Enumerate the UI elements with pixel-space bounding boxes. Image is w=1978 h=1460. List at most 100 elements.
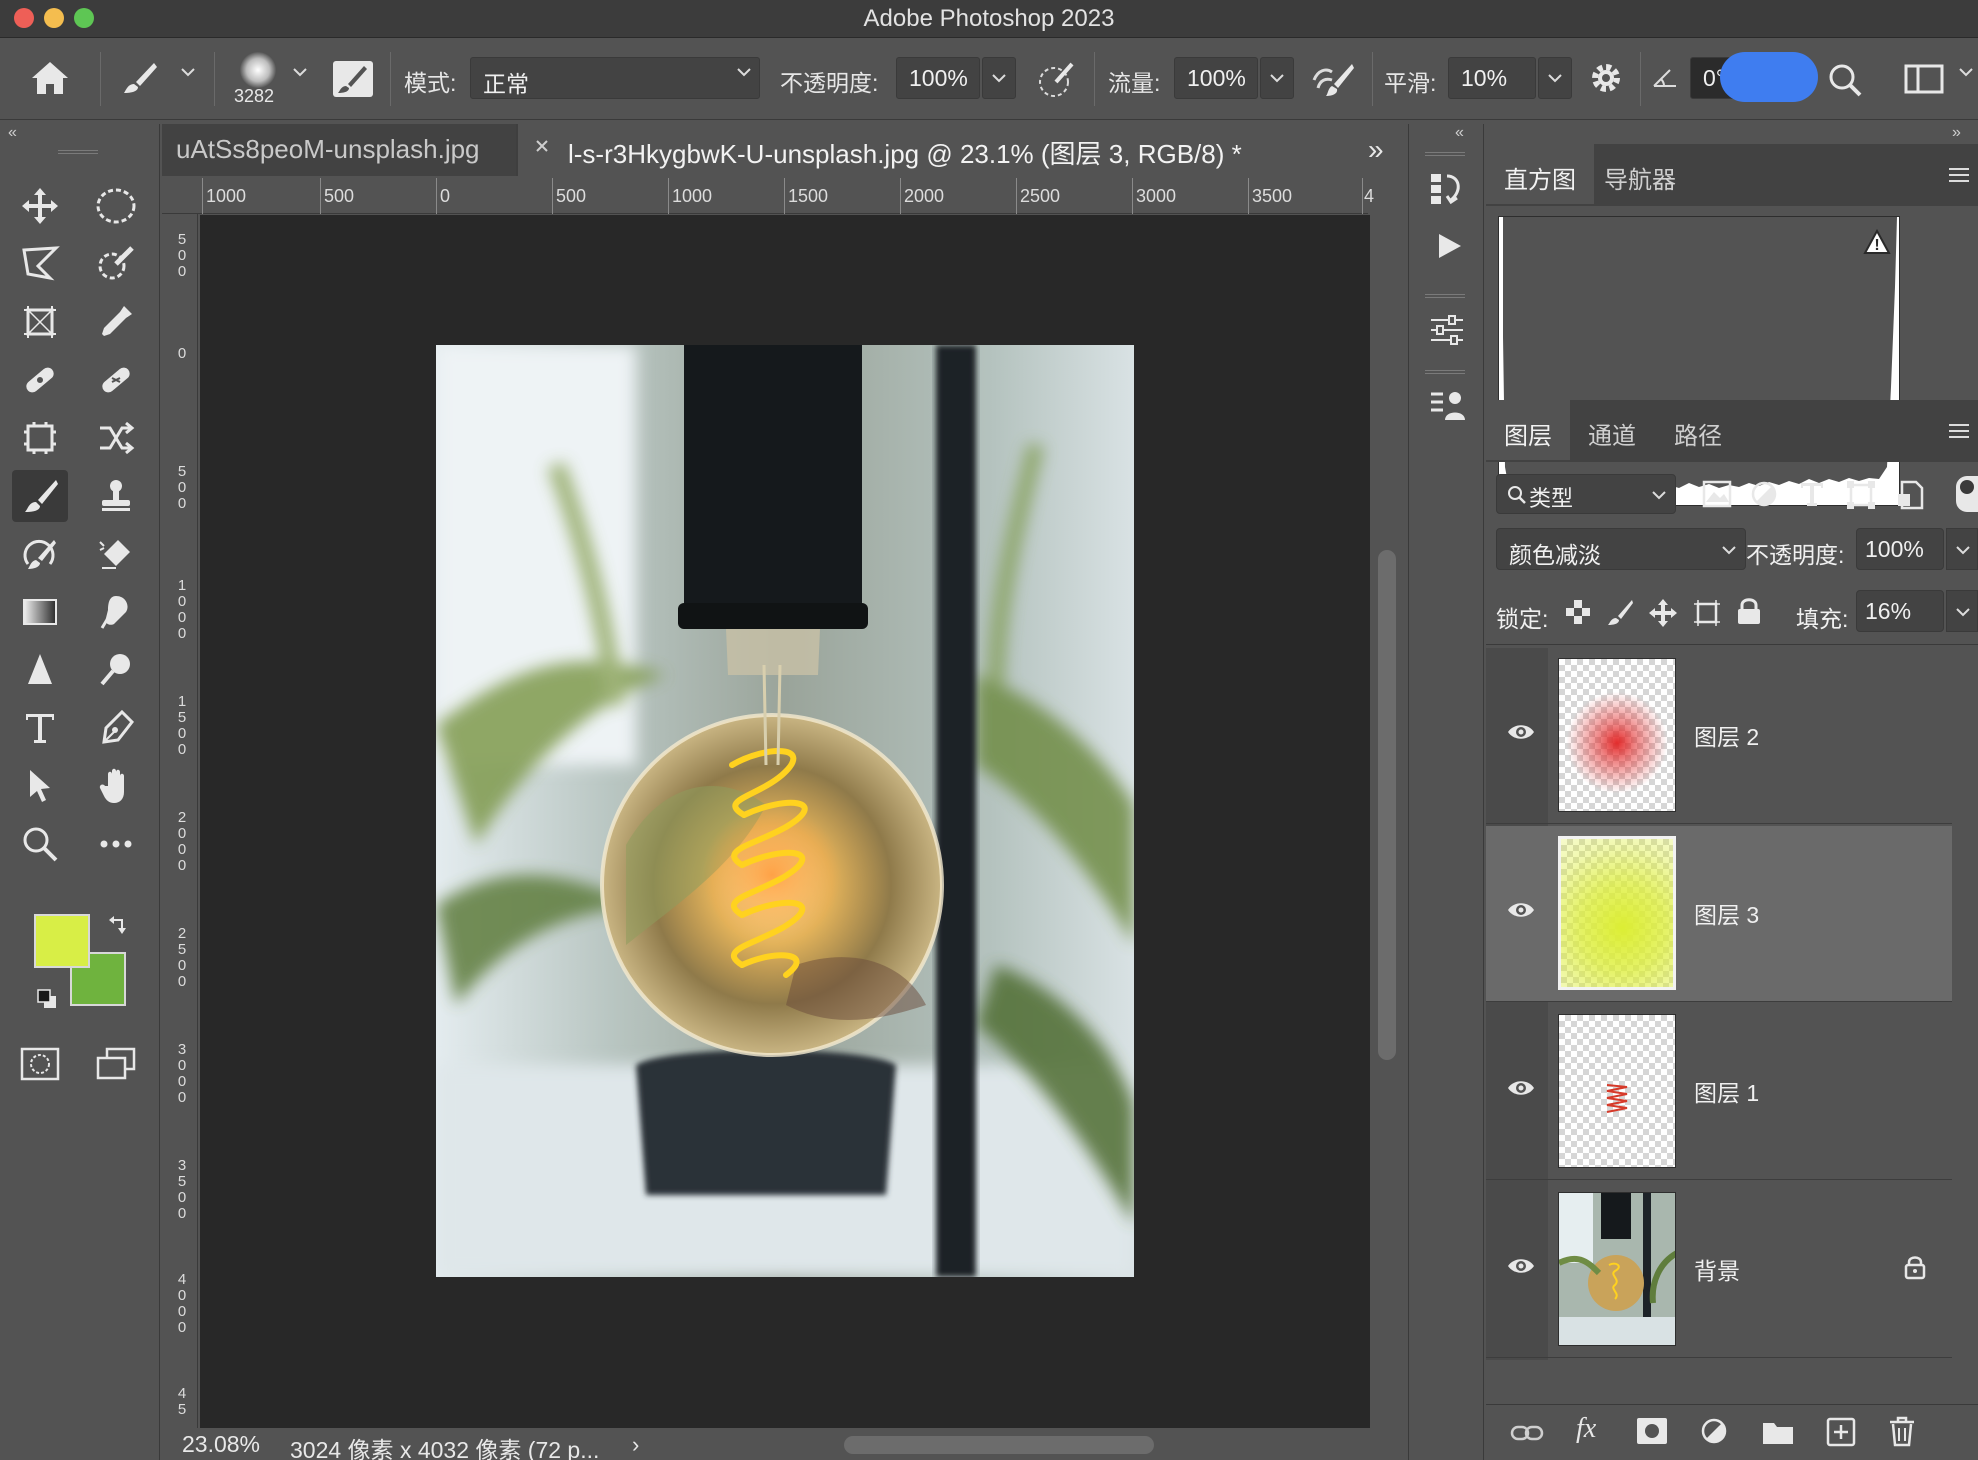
dock-grip[interactable]	[1425, 294, 1465, 298]
foreground-color-swatch[interactable]	[34, 914, 90, 968]
eye-icon[interactable]	[1506, 1256, 1536, 1276]
lock-transparent-pixels-icon[interactable]	[1564, 598, 1592, 626]
layer-opacity-dropdown[interactable]	[1946, 528, 1978, 570]
screen-mode-icon[interactable]	[88, 1038, 144, 1090]
pen-tool-icon[interactable]	[88, 702, 144, 754]
layer-fill-input[interactable]: 16%	[1856, 590, 1944, 632]
layer-opacity-input[interactable]: 100%	[1856, 528, 1944, 570]
tab-channels[interactable]: 通道	[1570, 400, 1654, 460]
brush-tool-icon[interactable]	[12, 470, 68, 522]
panel-menu-icon[interactable]	[1948, 422, 1970, 440]
layer-thumbnail[interactable]	[1558, 1192, 1676, 1346]
elliptical-marquee-tool-icon[interactable]	[88, 180, 144, 232]
tab-layers[interactable]: 图层	[1486, 400, 1570, 460]
home-icon[interactable]	[28, 58, 72, 98]
airbrush-icon[interactable]	[1310, 60, 1356, 100]
more-tabs-icon[interactable]: »	[1368, 134, 1384, 166]
clone-stamp-tool-icon[interactable]	[88, 470, 144, 522]
swap-colors-icon[interactable]	[108, 914, 130, 936]
tab-histogram[interactable]: 直方图	[1486, 144, 1594, 204]
layer-name[interactable]: 图层 1	[1694, 1074, 1759, 1108]
search-icon[interactable]	[1824, 60, 1866, 100]
polygonal-lasso-tool-icon[interactable]	[12, 238, 68, 290]
layer-row[interactable]: 图层 1	[1486, 1004, 1952, 1180]
layer-thumbnail[interactable]	[1558, 658, 1676, 812]
flow-dropdown[interactable]	[1260, 57, 1294, 99]
tab-paths[interactable]: 路径	[1656, 400, 1740, 460]
flow-input[interactable]: 100%	[1174, 57, 1258, 99]
layer-blend-mode-select[interactable]: 颜色减淡	[1496, 528, 1746, 570]
workspace-layout-icon[interactable]	[1904, 64, 1944, 94]
path-selection-tool-icon[interactable]	[12, 760, 68, 812]
lock-image-pixels-icon[interactable]	[1606, 598, 1634, 626]
trash-icon[interactable]	[1888, 1415, 1916, 1447]
filter-adjustment-icon[interactable]	[1750, 480, 1778, 508]
hand-tool-icon[interactable]	[88, 760, 144, 812]
eye-icon[interactable]	[1506, 900, 1536, 920]
collapse-panels-icon[interactable]: »	[1952, 124, 1961, 142]
brush-tool-preset-icon[interactable]	[120, 60, 160, 96]
layer-name[interactable]: 背景	[1694, 1252, 1740, 1286]
layer-filter-select[interactable]: 类型	[1496, 474, 1676, 514]
spot-healing-brush-tool-icon[interactable]	[12, 354, 68, 406]
crop-frame-tool-icon[interactable]	[12, 296, 68, 348]
actions-panel-icon[interactable]	[1433, 230, 1465, 262]
properties-panel-icon[interactable]	[1429, 388, 1469, 424]
smoothing-input[interactable]: 10%	[1448, 57, 1536, 99]
frame-tool-icon[interactable]	[12, 412, 68, 464]
panel-menu-icon[interactable]	[1948, 166, 1970, 184]
doc-tab-inactive[interactable]: uAtSs8peoM-unsplash.jpg	[162, 124, 516, 176]
opacity-dropdown[interactable]	[982, 57, 1016, 99]
filter-type-icon[interactable]	[1798, 480, 1826, 508]
zoom-level[interactable]: 23.08%	[182, 1431, 260, 1458]
chevron-down-icon[interactable]	[1958, 66, 1974, 78]
move-tool-icon[interactable]	[12, 180, 68, 232]
content-aware-move-tool-icon[interactable]	[88, 412, 144, 464]
gradient-tool-icon[interactable]	[12, 586, 68, 638]
horizontal-scroll-thumb[interactable]	[844, 1436, 1154, 1454]
filter-shape-icon[interactable]	[1846, 480, 1876, 510]
symmetry-toggle[interactable]	[1720, 52, 1818, 102]
pressure-opacity-icon[interactable]	[1036, 60, 1076, 100]
smoothing-dropdown[interactable]	[1538, 57, 1572, 99]
quick-mask-icon[interactable]	[12, 1038, 68, 1090]
layer-row-selected[interactable]: 图层 3	[1486, 826, 1952, 1002]
toolbox-grip[interactable]	[58, 150, 98, 154]
brush-settings-panel-icon[interactable]	[332, 60, 374, 98]
link-layers-icon[interactable]	[1510, 1421, 1544, 1445]
filter-smart-object-icon[interactable]	[1896, 480, 1924, 510]
dock-grip[interactable]	[1425, 370, 1465, 374]
sharpen-tool-icon[interactable]	[12, 644, 68, 696]
close-tab-icon[interactable]	[534, 138, 550, 154]
dodge-tool-icon[interactable]	[88, 644, 144, 696]
fx-icon[interactable]: fx	[1576, 1413, 1596, 1445]
layer-name[interactable]: 图层 3	[1694, 896, 1759, 930]
layer-thumbnail[interactable]	[1558, 836, 1676, 990]
blend-mode-select[interactable]: 正常	[470, 57, 760, 99]
brush-preview-icon[interactable]	[240, 52, 276, 88]
filter-toggle[interactable]	[1956, 476, 1978, 512]
layer-thumbnail[interactable]	[1558, 1014, 1676, 1168]
layer-row[interactable]: 图层 2	[1486, 648, 1952, 824]
healing-brush-tool-icon[interactable]	[88, 354, 144, 406]
more-tools-icon[interactable]	[88, 818, 144, 870]
history-panel-icon[interactable]	[1429, 170, 1465, 206]
history-brush-tool-icon[interactable]	[12, 528, 68, 580]
quick-selection-tool-icon[interactable]	[88, 238, 144, 290]
lock-artboard-icon[interactable]	[1692, 598, 1722, 628]
eraser-tool-icon[interactable]	[88, 528, 144, 580]
doc-tab-active[interactable]: l-s-r3HkygbwK-U-unsplash.jpg @ 23.1% (图层…	[518, 124, 1488, 176]
chevron-down-icon[interactable]	[180, 66, 196, 78]
new-group-icon[interactable]	[1762, 1419, 1794, 1445]
collapse-dock-icon[interactable]: «	[1455, 124, 1464, 142]
type-tool-icon[interactable]	[12, 702, 68, 754]
layer-row[interactable]: 背景	[1486, 1182, 1952, 1358]
new-adjustment-layer-icon[interactable]	[1700, 1417, 1730, 1447]
zoom-tool-icon[interactable]	[12, 818, 68, 870]
gear-icon[interactable]	[1588, 60, 1624, 96]
tab-navigator[interactable]: 导航器	[1586, 144, 1694, 204]
adjustments-panel-icon[interactable]	[1429, 312, 1465, 348]
vertical-scroll-thumb[interactable]	[1378, 550, 1396, 1060]
layer-fill-dropdown[interactable]	[1946, 590, 1978, 632]
opacity-input[interactable]: 100%	[896, 57, 980, 99]
